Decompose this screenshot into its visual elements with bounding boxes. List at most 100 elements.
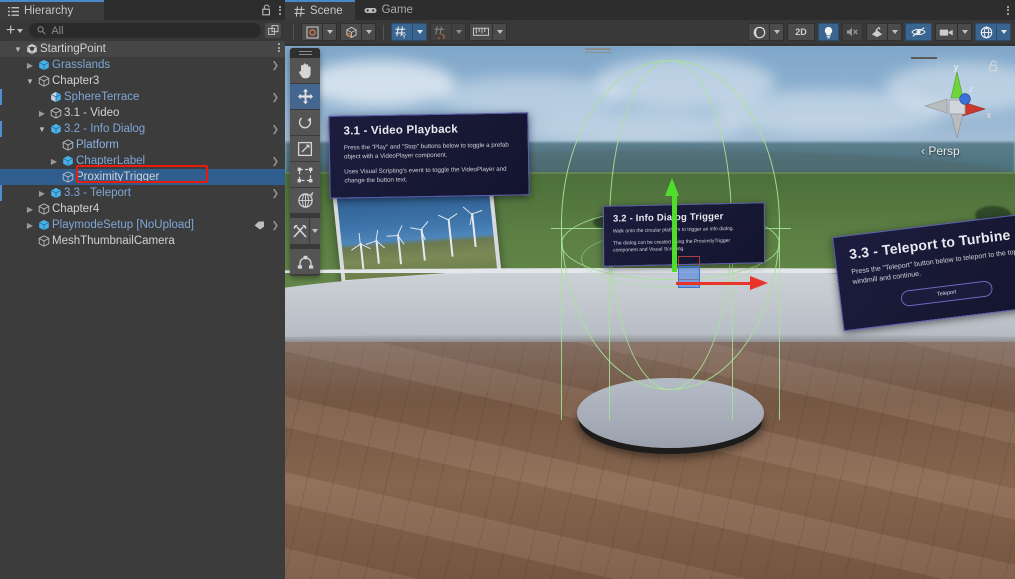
scene-fx-dropdown[interactable] [887, 23, 902, 41]
chevron-right-icon[interactable]: ▶ [36, 109, 48, 118]
hierarchy-row-playmodesetup-noupload[interactable]: ▶ PlaymodeSetup [NoUpload] ❯ [0, 217, 285, 233]
scene-shading-dropdown[interactable] [769, 23, 784, 41]
move-tool-gizmo[interactable] [665, 178, 786, 302]
hierarchy-row-startingpoint[interactable]: ▼ StartingPoint [0, 41, 285, 57]
chevron-down-icon [365, 30, 372, 34]
gizmo-axis-x[interactable] [676, 282, 754, 285]
scale-tool[interactable] [290, 136, 320, 162]
svg-text:y: y [954, 62, 959, 72]
hierarchy-tree[interactable]: ▼ StartingPoint ▶ Grasslands ❯ ▼ Chapter3 Spher… [0, 41, 285, 579]
scene-camera-dropdown[interactable] [957, 23, 972, 41]
gizmos-dropdown[interactable] [996, 23, 1011, 41]
hierarchy-row-chapter3[interactable]: ▼ Chapter3 [0, 73, 285, 89]
lock-open-icon[interactable] [262, 4, 272, 16]
pivot-mode-button[interactable] [301, 23, 337, 41]
gizmo-axis-z[interactable] [678, 266, 700, 288]
scene-audio-button[interactable] [842, 23, 863, 41]
hierarchy-toolbar: + All [0, 20, 285, 41]
gizmo-axis-y[interactable] [672, 194, 677, 272]
search-input[interactable]: All [29, 23, 261, 38]
increment-snap-dropdown[interactable] [492, 23, 507, 41]
hierarchy-row-proximitytrigger[interactable]: ProximityTrigger [0, 169, 285, 185]
row-menu-icon[interactable] [278, 43, 280, 52]
hierarchy-row-sphereterrace[interactable]: SphereTerrace ❯ [0, 89, 285, 105]
gizmo-axis-cones[interactable]: y x z [913, 62, 1001, 150]
custom-tools[interactable] [290, 218, 320, 245]
tab-scene[interactable]: Scene [285, 0, 355, 20]
pivot-mode-dropdown[interactable] [322, 23, 337, 41]
chevron-right-icon[interactable]: ▶ [48, 157, 60, 166]
handle-space-button[interactable] [340, 23, 376, 41]
scene-visibility-button[interactable] [905, 23, 932, 41]
gizmo-projection-mode[interactable]: ‹ Persp [921, 144, 960, 158]
overlay-drag-handle[interactable] [585, 48, 611, 53]
gizmo-axis-y-arrow[interactable] [665, 178, 679, 196]
grid-snap-button[interactable] [430, 23, 466, 41]
chevron-right-icon[interactable]: ▶ [36, 189, 48, 198]
gizmos-button[interactable] [975, 23, 1011, 41]
grid-snap-icon[interactable] [430, 23, 451, 41]
open-prefab-chevron-icon[interactable]: ❯ [271, 121, 279, 137]
scene-shading-button[interactable] [748, 23, 784, 41]
tools-overlay[interactable] [290, 48, 320, 276]
open-prefab-chevron-icon[interactable]: ❯ [271, 57, 279, 73]
wrench-screwdriver-icon[interactable] [290, 218, 309, 244]
hand-tool[interactable] [290, 58, 320, 84]
wind-turbine-blade [447, 213, 458, 221]
ruler-snap-icon[interactable] [469, 23, 492, 41]
component-tools[interactable] [290, 249, 320, 275]
hierarchy-row-meshthumbnailcamera[interactable]: MeshThumbnailCamera [0, 233, 285, 249]
chevron-down-icon[interactable]: ▼ [24, 77, 36, 86]
rect-tool[interactable] [290, 162, 320, 188]
shaded-sphere-icon[interactable] [748, 23, 769, 41]
hierarchy-row-platform[interactable]: Platform [0, 137, 285, 153]
effects-icon[interactable] [866, 23, 887, 41]
chevron-down-icon[interactable]: ▼ [36, 125, 48, 134]
scene-viewport[interactable]: Play [285, 46, 1015, 579]
chevron-down-icon[interactable]: ▼ [12, 45, 24, 54]
gizmo-globe-icon[interactable] [975, 23, 996, 41]
global-local-icon[interactable] [340, 23, 361, 41]
transform-tool[interactable] [290, 188, 320, 214]
grid-axis-y-icon[interactable]: Y [391, 23, 412, 41]
grid-visibility-dropdown[interactable] [412, 23, 427, 41]
tab-hierarchy[interactable]: Hierarchy [0, 0, 104, 20]
open-prefab-chevron-icon[interactable]: ❯ [271, 89, 279, 105]
hierarchy-row-grasslands[interactable]: ▶ Grasslands ❯ [0, 57, 285, 73]
pivot-center-icon[interactable] [301, 23, 322, 41]
grid-snap-dropdown[interactable] [451, 23, 466, 41]
grid-visibility-button[interactable]: Y [391, 23, 427, 41]
create-object-button[interactable]: + [4, 22, 25, 38]
gizmo-axis-x-arrow[interactable] [750, 276, 768, 290]
toggle-2d-button[interactable]: 2D [787, 23, 815, 41]
tab-game[interactable]: Game [355, 0, 425, 20]
chevron-right-icon[interactable]: ▶ [24, 205, 36, 214]
open-prefab-chevron-icon[interactable]: ❯ [271, 217, 279, 233]
open-prefab-chevron-icon[interactable]: ❯ [271, 153, 279, 169]
rotate-tool[interactable] [290, 110, 320, 136]
scene-orientation-gizmo[interactable]: y x z ‹ Persp [911, 57, 1001, 166]
prefab-icon [48, 187, 63, 199]
scene-window-menu-icon[interactable] [1007, 5, 1009, 15]
tools-overlay-handle[interactable] [290, 48, 320, 58]
popout-window-icon[interactable] [265, 23, 281, 38]
hierarchy-row-3-2-info-dialog[interactable]: ▼ 3.2 - Info Dialog ❯ [0, 121, 285, 137]
chevron-right-icon[interactable]: ▶ [24, 61, 36, 70]
move-tool[interactable] [290, 84, 320, 110]
handle-space-dropdown[interactable] [361, 23, 376, 41]
hierarchy-row-3-3-teleport[interactable]: ▶ 3.3 - Teleport ❯ [0, 185, 285, 201]
custom-tools-dropdown[interactable] [309, 218, 320, 244]
scene-fx-button[interactable] [866, 23, 902, 41]
hierarchy-row-chapter4[interactable]: ▶ Chapter4 [0, 201, 285, 217]
scene-lighting-button[interactable] [818, 23, 839, 41]
chevron-right-icon[interactable]: ▶ [24, 221, 36, 230]
chevron-down-icon [1000, 30, 1007, 34]
hierarchy-row-chapterlabel[interactable]: ▶ ChapterLabel ❯ [0, 153, 285, 169]
camera-icon[interactable] [935, 23, 957, 41]
teleport-button-3d[interactable]: Teleport [900, 280, 994, 308]
open-prefab-chevron-icon[interactable]: ❯ [271, 185, 279, 201]
hierarchy-menu-icon[interactable] [279, 5, 281, 15]
scene-camera-button[interactable] [935, 23, 972, 41]
increment-snap-button[interactable] [469, 23, 507, 41]
hierarchy-row-3-1-video[interactable]: ▶ 3.1 - Video [0, 105, 285, 121]
